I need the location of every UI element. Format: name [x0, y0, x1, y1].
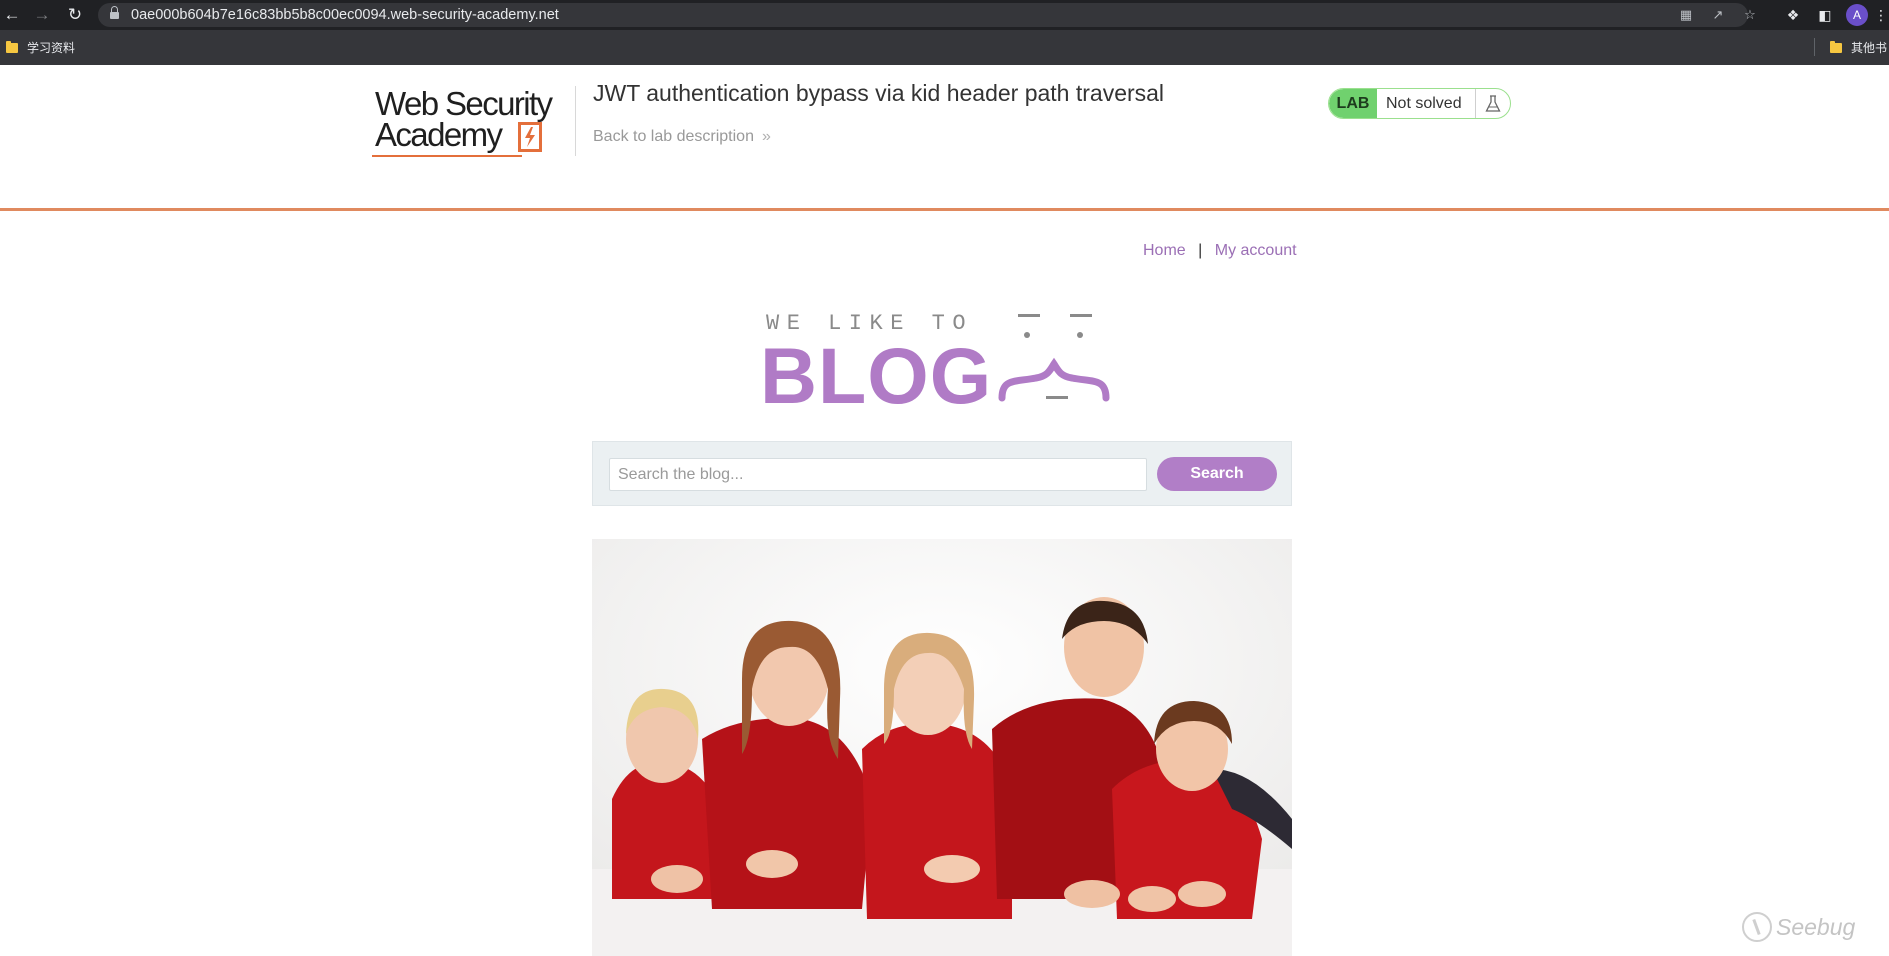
share-icon[interactable]: ↗: [1710, 7, 1726, 23]
lab-badge: LAB: [1329, 89, 1377, 118]
reload-icon: ↻: [67, 5, 83, 24]
url-text[interactable]: 0ae000b604b7e16c83bb5b8c00ec0094.web-sec…: [131, 7, 559, 23]
back-to-lab-description-link[interactable]: Back to lab description »: [593, 128, 771, 146]
search-panel: Search: [592, 441, 1292, 506]
folder-icon: [1830, 40, 1842, 53]
curly-brace-face-icon: [998, 314, 1110, 402]
blog-word: BLOG: [760, 331, 993, 420]
other-bookmarks-folder[interactable]: 其他书: [1830, 39, 1887, 56]
menu-icon[interactable]: ⋮: [1873, 4, 1889, 26]
arrow-left-icon: ←: [3, 5, 21, 24]
search-button[interactable]: Search: [1157, 457, 1277, 491]
lab-status-widget: LAB Not solved: [1328, 88, 1511, 119]
web-security-academy-logo[interactable]: Web Security Academy: [372, 85, 572, 160]
watermark-text: Seebug: [1776, 913, 1856, 940]
arrow-right-icon: →: [33, 5, 51, 24]
lab-title: JWT authentication bypass via kid header…: [593, 80, 1165, 106]
lab-status-text: Not solved: [1386, 95, 1462, 112]
back-button[interactable]: ←: [0, 3, 24, 27]
seebug-watermark: Seebug: [1742, 912, 1855, 942]
my-account-link[interactable]: My account: [1215, 242, 1297, 259]
header-divider: [575, 86, 576, 156]
seebug-logo-icon: [1742, 912, 1772, 942]
back-link-label: Back to lab description: [593, 128, 754, 145]
bookmark-label: 学习资料: [27, 41, 76, 55]
lock-icon: [110, 6, 119, 20]
bookmark-folder[interactable]: 学习资料: [6, 39, 75, 56]
profile-avatar[interactable]: A: [1846, 4, 1868, 26]
address-bar[interactable]: 0ae000b604b7e16c83bb5b8c00ec0094.web-sec…: [98, 3, 1756, 27]
top-nav: Home | My account: [1143, 242, 1297, 260]
logo-underline: [372, 155, 522, 157]
side-panel-icon[interactable]: ◧: [1814, 4, 1836, 26]
bookmark-label: 其他书: [1851, 41, 1888, 55]
extensions-icon[interactable]: ❖: [1782, 4, 1804, 26]
header-accent-line: [0, 208, 1889, 211]
nav-separator: |: [1198, 242, 1203, 259]
reload-button[interactable]: ↻: [63, 3, 87, 27]
logo-line-2: Academy: [375, 116, 503, 153]
translate-icon[interactable]: ▦: [1678, 7, 1694, 23]
bookmarks-bar: 学习资料 其他书: [0, 30, 1889, 65]
forward-button[interactable]: →: [30, 3, 54, 27]
folder-icon: [6, 40, 18, 53]
search-input[interactable]: [609, 458, 1147, 491]
blog-post-image[interactable]: [592, 539, 1292, 956]
star-icon[interactable]: ☆: [1742, 7, 1758, 23]
home-link[interactable]: Home: [1143, 242, 1186, 259]
bookmarks-divider: [1814, 38, 1815, 56]
flask-icon: [1475, 89, 1510, 118]
lightning-icon: [518, 122, 542, 152]
blog-logo: WE LIKE TO BLOG: [760, 308, 1120, 415]
family-photo: [592, 539, 1292, 956]
browser-toolbar: ← → ↻ 0ae000b604b7e16c83bb5b8c00ec0094.w…: [0, 0, 1889, 30]
double-chevron-right-icon: »: [761, 128, 771, 145]
